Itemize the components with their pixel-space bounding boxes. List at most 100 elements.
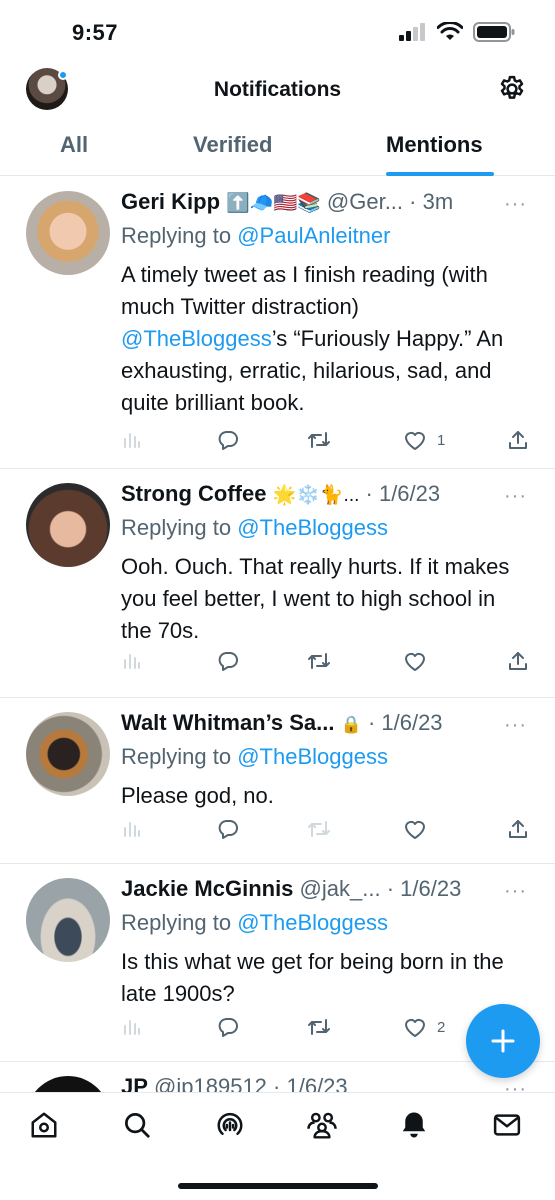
analytics-icon <box>124 433 140 448</box>
like-icon <box>405 1018 425 1037</box>
share-button[interactable] <box>507 429 529 451</box>
retweet-button[interactable] <box>307 429 331 451</box>
tweet-actions: 1 <box>121 429 531 457</box>
tweet-header: Geri Kipp ⬆️🧢🇺🇸📚 @Ger... · 3m <box>121 189 531 217</box>
status-time: 9:57 <box>72 20 119 45</box>
tweet-time: · 3m <box>409 189 454 214</box>
replying-to-label: Replying to <box>121 515 232 540</box>
tab-search[interactable] <box>119 1107 155 1143</box>
tab-verified[interactable]: Verified <box>193 132 272 158</box>
author-name[interactable]: Geri Kipp <box>121 189 220 214</box>
reply-button[interactable] <box>217 1016 239 1038</box>
like-icon <box>405 652 425 671</box>
communities-icon <box>307 1112 337 1139</box>
like-icon <box>405 431 425 450</box>
reply-button[interactable] <box>217 818 239 840</box>
tweet-item[interactable]: Strong Coffee 🌟❄️🐈... · 1/6/23 ··· Reply… <box>0 469 555 698</box>
author-name[interactable]: Jackie McGinnis <box>121 876 293 901</box>
author-name[interactable]: Walt Whitman’s Sa... <box>121 710 335 735</box>
retweet-button[interactable] <box>307 1016 331 1038</box>
author-handle: @jak_... <box>299 876 381 901</box>
more-options-button[interactable]: ··· <box>504 880 527 903</box>
tab-mentions[interactable]: Mentions <box>386 132 483 158</box>
analytics-icon <box>124 822 140 837</box>
share-button[interactable] <box>507 818 529 840</box>
mentions-feed[interactable]: Geri Kipp ⬆️🧢🇺🇸📚 @Ger... · 3m ··· Replyi… <box>0 177 555 1160</box>
like-button[interactable] <box>403 818 427 840</box>
author-name[interactable]: Strong Coffee <box>121 481 266 506</box>
share-icon <box>509 820 527 838</box>
like-button[interactable]: 1 <box>403 429 445 451</box>
notifications-bell-icon <box>402 1112 426 1138</box>
tweet-actions <box>121 818 531 846</box>
tweet-text: Ooh. Ouch. That really hurts. If it make… <box>121 554 510 643</box>
tweet-text: Is this what we get for being born in th… <box>121 949 504 1006</box>
status-bar: 9:57 <box>0 0 555 62</box>
status-icons <box>399 22 515 42</box>
tab-spaces[interactable] <box>212 1107 248 1143</box>
like-button[interactable]: 2 <box>403 1016 445 1038</box>
header: Notifications <box>0 62 555 118</box>
tab-active-indicator <box>386 172 494 176</box>
tweet-item[interactable]: Geri Kipp ⬆️🧢🇺🇸📚 @Ger... · 3m ··· Replyi… <box>0 177 555 469</box>
avatar[interactable] <box>26 712 110 796</box>
more-options-button[interactable]: ··· <box>504 485 527 508</box>
replying-to-handle[interactable]: @TheBloggess <box>237 744 388 769</box>
cellular-signal-icon <box>399 23 425 41</box>
messages-icon <box>493 1114 521 1136</box>
tab-notifications[interactable] <box>396 1107 432 1143</box>
analytics-button[interactable] <box>121 650 141 670</box>
home-icon <box>31 1112 57 1138</box>
tweet-item[interactable]: Walt Whitman’s Sa... 🔒 · 1/6/23 ··· Repl… <box>0 698 555 864</box>
settings-gear-icon[interactable] <box>497 74 527 104</box>
name-emoji: ⬆️🧢🇺🇸📚 <box>226 193 321 214</box>
replying-to-label: Replying to <box>121 223 232 248</box>
reply-icon <box>218 431 238 450</box>
avatar[interactable] <box>26 878 110 962</box>
reply-button[interactable] <box>217 650 239 672</box>
more-options-button[interactable]: ··· <box>504 714 527 737</box>
tweet-text-part: A timely tweet as I finish reading (with… <box>121 262 488 319</box>
retweet-icon <box>308 432 330 448</box>
tab-communities[interactable] <box>304 1107 340 1143</box>
like-icon <box>405 820 425 839</box>
reply-icon <box>218 1018 238 1037</box>
analytics-icon <box>124 1020 140 1035</box>
replying-to: Replying to @TheBloggess <box>121 910 388 936</box>
replying-to: Replying to @TheBloggess <box>121 744 388 770</box>
retweet-icon <box>308 1019 330 1035</box>
wifi-icon <box>437 22 463 40</box>
avatar[interactable] <box>26 191 110 275</box>
avatar[interactable] <box>26 483 110 567</box>
tweet-actions <box>121 650 531 678</box>
tweet-time: · 1/6/23 <box>367 710 443 735</box>
home-indicator <box>178 1183 378 1189</box>
analytics-button[interactable] <box>121 818 141 838</box>
replying-to: Replying to @PaulAnleitner <box>121 223 390 249</box>
more-options-button[interactable]: ··· <box>504 193 527 216</box>
analytics-button[interactable] <box>121 429 141 449</box>
tab-messages[interactable] <box>489 1107 525 1143</box>
retweet-button[interactable] <box>307 650 331 672</box>
compose-plus-icon <box>491 1029 515 1053</box>
replying-to-handle[interactable]: @TheBloggess <box>237 910 388 935</box>
like-button[interactable] <box>403 650 427 672</box>
tweet-header: Strong Coffee 🌟❄️🐈... · 1/6/23 <box>121 481 531 509</box>
replying-to-handle[interactable]: @TheBloggess <box>237 515 388 540</box>
retweet-icon <box>308 653 330 669</box>
tab-home[interactable] <box>26 1107 62 1143</box>
replying-to: Replying to @TheBloggess <box>121 515 388 541</box>
tweet-time: · 1/6/23 <box>386 876 462 901</box>
battery-icon <box>473 22 515 42</box>
share-button[interactable] <box>507 650 529 672</box>
compose-button[interactable] <box>466 1004 540 1078</box>
analytics-button[interactable] <box>121 1016 141 1036</box>
tweet-header: Walt Whitman’s Sa... 🔒 · 1/6/23 <box>121 710 531 738</box>
reply-button[interactable] <box>217 429 239 451</box>
name-emoji: 🌟❄️🐈... <box>272 485 360 506</box>
tweet-time: · 1/6/23 <box>365 481 441 506</box>
mention-link[interactable]: @TheBloggess <box>121 326 272 351</box>
tab-all[interactable]: All <box>60 132 88 158</box>
replying-to-handle[interactable]: @PaulAnleitner <box>237 223 390 248</box>
retweet-button-disabled <box>307 818 331 840</box>
